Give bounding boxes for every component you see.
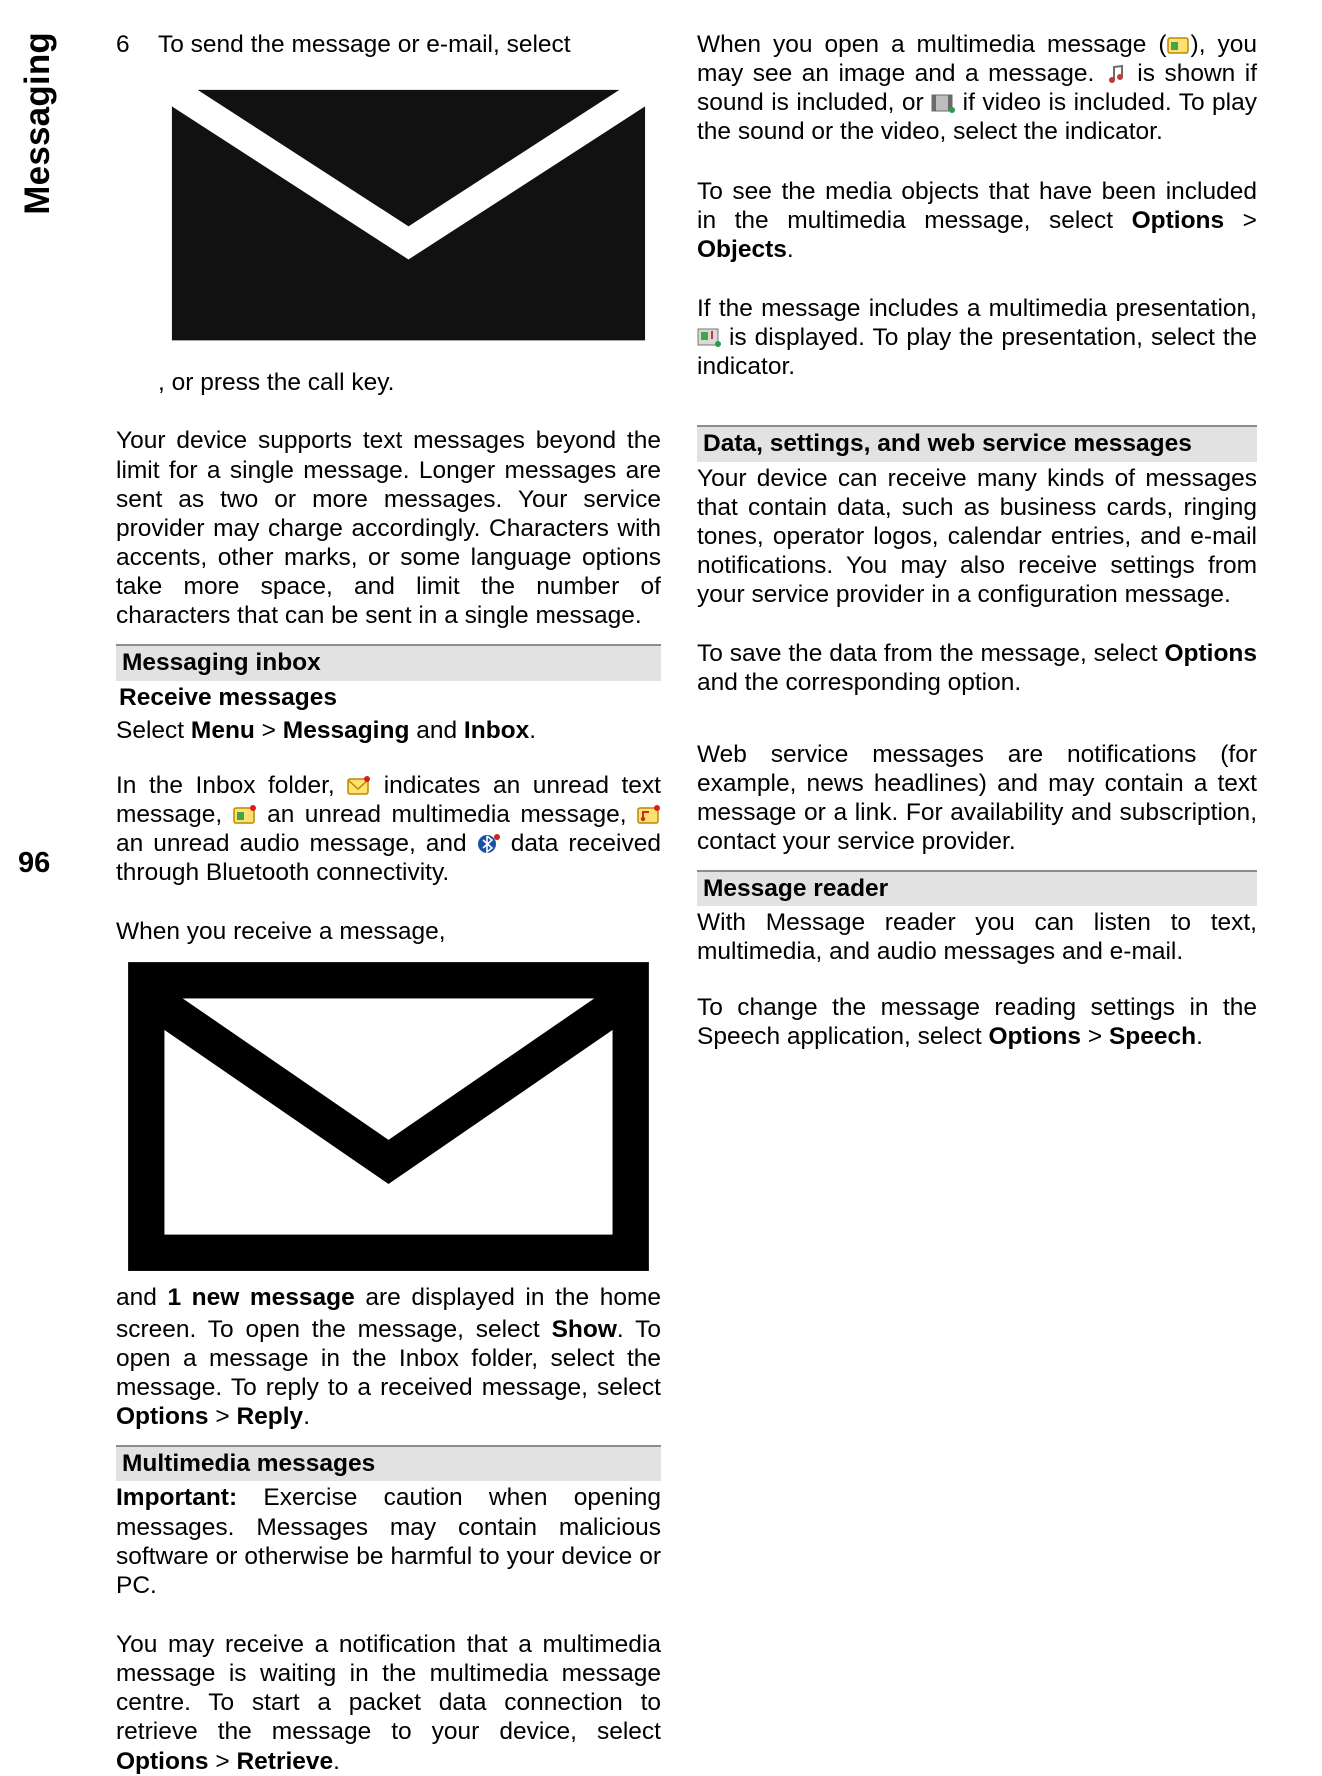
text: When you receive a message, [116, 918, 446, 945]
manual-page: Messaging 96 6 To send the message or e-… [0, 0, 1322, 954]
step-text: To send the message or e-mail, select , … [158, 30, 659, 400]
side-rail: Messaging 96 [18, 30, 80, 924]
unread-text-icon [347, 775, 371, 797]
text: and [116, 1284, 167, 1311]
presentation-icon [697, 327, 721, 349]
text: and the corresponding option. [697, 669, 1021, 696]
multimedia-message-icon [1167, 34, 1191, 56]
retrieve-paragraph: You may receive a notification that a mu… [116, 1630, 661, 1776]
retrieve-label: Retrieve [236, 1748, 333, 1775]
section-multimedia-messages: Multimedia messages [116, 1445, 661, 1481]
bluetooth-data-icon [477, 833, 501, 855]
speech-label: Speech [1109, 1023, 1196, 1050]
text: . [529, 717, 536, 744]
data-paragraph-2: To save the data from the message, selec… [697, 639, 1257, 697]
text: . [333, 1748, 340, 1775]
section-title-vertical: Messaging [18, 32, 58, 215]
reader-paragraph-1: With Message reader you can listen to te… [697, 908, 1257, 966]
long-message-paragraph: Your device supports text messages beyon… [116, 426, 661, 630]
text: an unread audio message, and [116, 830, 477, 857]
envelope-outline-icon [116, 950, 661, 1283]
text: > [255, 717, 283, 744]
step-number: 6 [116, 30, 132, 400]
text: , or press the call key. [158, 369, 394, 396]
inbox-icons-paragraph: In the Inbox folder, indicates an unread… [116, 771, 661, 888]
unread-audio-icon [637, 804, 661, 826]
reply-label: Reply [236, 1403, 303, 1430]
text: > [209, 1748, 237, 1775]
text: > [1224, 207, 1257, 234]
data-paragraph-1: Your device can receive many kinds of me… [697, 464, 1257, 610]
text: In the Inbox folder, [116, 772, 347, 799]
objects-label: Objects [697, 236, 787, 263]
subsection-receive-messages: Receive messages [116, 683, 661, 712]
options-label: Options [1164, 640, 1257, 667]
right-column: When you open a multimedia message (), y… [697, 30, 1257, 924]
options-label: Options [116, 1403, 209, 1430]
unread-multimedia-icon [233, 804, 257, 826]
text: > [1081, 1023, 1109, 1050]
step-6: 6 To send the message or e-mail, select … [116, 30, 661, 400]
text: You may receive a notification that a mu… [116, 1631, 661, 1745]
page-number: 96 [18, 847, 50, 880]
important-label: Important: [116, 1484, 237, 1511]
text: Select [116, 717, 191, 744]
sound-note-icon [1104, 63, 1128, 85]
text: When you open a multimedia message ( [697, 31, 1167, 58]
select-menu-line: Select Menu > Messaging and Inbox. [116, 716, 661, 745]
text: and [409, 717, 464, 744]
important-paragraph: Important: Exercise caution when opening… [116, 1483, 661, 1600]
menu-label: Menu [191, 717, 255, 744]
left-column: 6 To send the message or e-mail, select … [116, 30, 661, 924]
text: To send the message or e-mail, select [158, 31, 571, 58]
section-messaging-inbox: Messaging inbox [116, 644, 661, 680]
one-new-message-label: 1 new message [167, 1284, 354, 1311]
messaging-label: Messaging [283, 717, 410, 744]
text: is displayed. To play the presentation, … [697, 324, 1257, 380]
section-data-settings-web: Data, settings, and web service messages [697, 425, 1257, 461]
media-objects-paragraph: To see the media objects that have been … [697, 177, 1257, 264]
text: an unread multimedia message, [257, 801, 637, 828]
text: > [209, 1403, 237, 1430]
show-label: Show [552, 1316, 617, 1343]
receive-message-paragraph: When you receive a message, and 1 new me… [116, 917, 661, 1431]
text: To save the data from the message, selec… [697, 640, 1164, 667]
text: . [787, 236, 794, 263]
open-mm-paragraph: When you open a multimedia message (), y… [697, 30, 1257, 147]
text: . [1196, 1023, 1203, 1050]
reader-paragraph-2: To change the message reading settings i… [697, 993, 1257, 1051]
section-message-reader: Message reader [697, 870, 1257, 906]
video-clip-icon [931, 92, 955, 114]
inbox-label: Inbox [464, 717, 529, 744]
options-label: Options [1132, 207, 1225, 234]
web-service-paragraph: Web service messages are notifications (… [697, 740, 1257, 857]
options-label: Options [116, 1748, 209, 1775]
presentation-paragraph: If the message includes a multimedia pre… [697, 294, 1257, 381]
send-envelope-icon [158, 62, 659, 368]
text: . [303, 1403, 310, 1430]
options-label: Options [988, 1023, 1081, 1050]
text: If the message includes a multimedia pre… [697, 295, 1257, 322]
